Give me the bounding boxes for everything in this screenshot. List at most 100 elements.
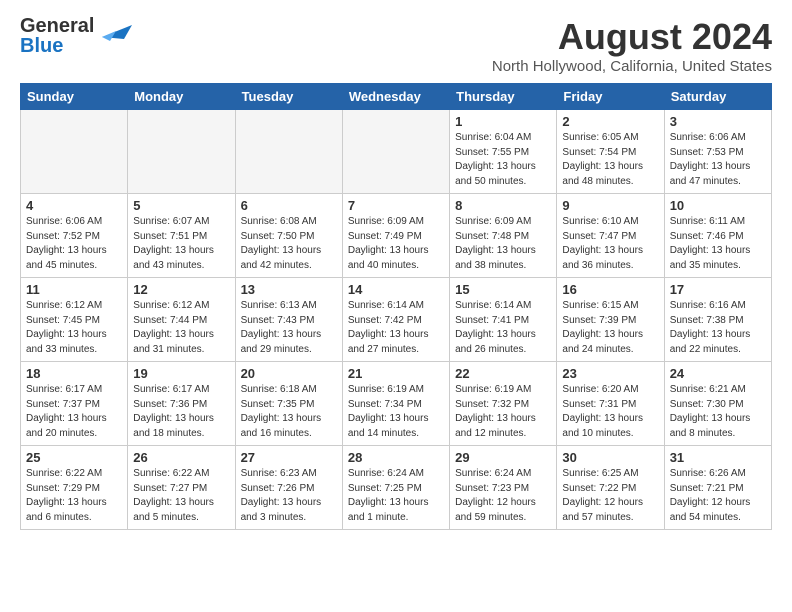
calendar-week-row: 18Sunrise: 6:17 AM Sunset: 7:37 PM Dayli… — [21, 362, 772, 446]
day-number: 16 — [562, 282, 658, 297]
day-info: Sunrise: 6:08 AM Sunset: 7:50 PM Dayligh… — [241, 215, 337, 273]
day-number: 24 — [670, 366, 766, 381]
calendar-cell: 18Sunrise: 6:17 AM Sunset: 7:37 PM Dayli… — [21, 362, 128, 446]
logo-icon — [96, 17, 132, 45]
day-info: Sunrise: 6:09 AM Sunset: 7:48 PM Dayligh… — [455, 215, 551, 273]
day-number: 13 — [241, 282, 337, 297]
calendar-header-row: SundayMondayTuesdayWednesdayThursdayFrid… — [21, 84, 772, 110]
calendar-cell: 2Sunrise: 6:05 AM Sunset: 7:54 PM Daylig… — [557, 110, 664, 194]
main-title: August 2024 — [492, 16, 772, 58]
calendar-cell: 20 Sunrise: 6:18 AM Sunset: 7:35 PM Dayli… — [235, 362, 342, 446]
day-info: Sunrise: 6:17 AM Sunset: 7:37 PM Dayligh… — [26, 383, 122, 441]
calendar-cell: 5Sunrise: 6:07 AM Sunset: 7:51 PM Daylig… — [128, 194, 235, 278]
day-info: Sunrise: 6:07 AM Sunset: 7:51 PM Dayligh… — [133, 215, 229, 273]
title-area: August 2024 North Hollywood, California,… — [492, 16, 772, 75]
day-info: Sunrise: 6:14 AM Sunset: 7:41 PM Dayligh… — [455, 299, 551, 357]
day-info: Sunrise: 6:06 AM Sunset: 7:53 PM Dayligh… — [670, 131, 766, 189]
calendar-cell: 28 Sunrise: 6:24 AM Sunset: 7:25 PM Dayli… — [342, 446, 449, 530]
calendar-cell: 29 Sunrise: 6:24 AM Sunset: 7:23 PM Dayli… — [450, 446, 557, 530]
day-info: Sunrise: 6:23 AM Sunset: 7:26 PM Dayligh… — [241, 467, 337, 525]
weekday-header: Monday — [128, 84, 235, 110]
day-info: Sunrise: 6:20 AM Sunset: 7:31 PM Dayligh… — [562, 383, 658, 441]
logo: General Blue — [20, 16, 132, 56]
subtitle: North Hollywood, California, United Stat… — [492, 58, 772, 75]
day-number: 3 — [670, 114, 766, 129]
day-number: 29 — [455, 450, 551, 465]
weekday-header: Friday — [557, 84, 664, 110]
calendar-cell: 27 Sunrise: 6:23 AM Sunset: 7:26 PM Dayli… — [235, 446, 342, 530]
day-number: 7 — [348, 198, 444, 213]
calendar-week-row: 1Sunrise: 6:04 AM Sunset: 7:55 PM Daylig… — [21, 110, 772, 194]
day-number: 8 — [455, 198, 551, 213]
calendar-cell — [235, 110, 342, 194]
day-info: Sunrise: 6:06 AM Sunset: 7:52 PM Dayligh… — [26, 215, 122, 273]
day-number: 10 — [670, 198, 766, 213]
day-number: 12 — [133, 282, 229, 297]
day-number: 4 — [26, 198, 122, 213]
calendar-week-row: 25Sunrise: 6:22 AM Sunset: 7:29 PM Dayli… — [21, 446, 772, 530]
day-info: Sunrise: 6:17 AM Sunset: 7:36 PM Dayligh… — [133, 383, 229, 441]
day-number: 17 — [670, 282, 766, 297]
day-number: 20 — [241, 366, 337, 381]
calendar-cell: 15 Sunrise: 6:14 AM Sunset: 7:41 PM Dayli… — [450, 278, 557, 362]
day-number: 19 — [133, 366, 229, 381]
day-info: Sunrise: 6:13 AM Sunset: 7:43 PM Dayligh… — [241, 299, 337, 357]
calendar-cell: 23Sunrise: 6:20 AM Sunset: 7:31 PM Dayli… — [557, 362, 664, 446]
calendar-cell: 10 Sunrise: 6:11 AM Sunset: 7:46 PM Dayli… — [664, 194, 771, 278]
calendar-week-row: 11 Sunrise: 6:12 AM Sunset: 7:45 PM Dayli… — [21, 278, 772, 362]
day-number: 27 — [241, 450, 337, 465]
day-number: 1 — [455, 114, 551, 129]
day-info: Sunrise: 6:19 AM Sunset: 7:32 PM Dayligh… — [455, 383, 551, 441]
day-info: Sunrise: 6:18 AM Sunset: 7:35 PM Dayligh… — [241, 383, 337, 441]
day-info: Sunrise: 6:15 AM Sunset: 7:39 PM Dayligh… — [562, 299, 658, 357]
day-info: Sunrise: 6:22 AM Sunset: 7:27 PM Dayligh… — [133, 467, 229, 525]
day-number: 6 — [241, 198, 337, 213]
day-info: Sunrise: 6:10 AM Sunset: 7:47 PM Dayligh… — [562, 215, 658, 273]
day-info: Sunrise: 6:24 AM Sunset: 7:23 PM Dayligh… — [455, 467, 551, 525]
day-info: Sunrise: 6:22 AM Sunset: 7:29 PM Dayligh… — [26, 467, 122, 525]
day-info: Sunrise: 6:21 AM Sunset: 7:30 PM Dayligh… — [670, 383, 766, 441]
calendar-cell: 26Sunrise: 6:22 AM Sunset: 7:27 PM Dayli… — [128, 446, 235, 530]
logo-blue: Blue — [20, 35, 63, 57]
logo-general: General — [20, 15, 94, 37]
calendar-cell — [342, 110, 449, 194]
page: General Blue August 2024 North Hollywood… — [0, 0, 792, 546]
calendar-cell: 22 Sunrise: 6:19 AM Sunset: 7:32 PM Dayli… — [450, 362, 557, 446]
day-info: Sunrise: 6:19 AM Sunset: 7:34 PM Dayligh… — [348, 383, 444, 441]
day-info: Sunrise: 6:11 AM Sunset: 7:46 PM Dayligh… — [670, 215, 766, 273]
day-number: 21 — [348, 366, 444, 381]
weekday-header: Tuesday — [235, 84, 342, 110]
day-info: Sunrise: 6:12 AM Sunset: 7:44 PM Dayligh… — [133, 299, 229, 357]
calendar-cell: 31 Sunrise: 6:26 AM Sunset: 7:21 PM Dayli… — [664, 446, 771, 530]
day-info: Sunrise: 6:12 AM Sunset: 7:45 PM Dayligh… — [26, 299, 122, 357]
day-number: 9 — [562, 198, 658, 213]
weekday-header: Wednesday — [342, 84, 449, 110]
day-number: 14 — [348, 282, 444, 297]
calendar-cell: 9 Sunrise: 6:10 AM Sunset: 7:47 PM Daylig… — [557, 194, 664, 278]
day-info: Sunrise: 6:26 AM Sunset: 7:21 PM Dayligh… — [670, 467, 766, 525]
calendar-cell: 14 Sunrise: 6:14 AM Sunset: 7:42 PM Dayli… — [342, 278, 449, 362]
calendar-cell — [128, 110, 235, 194]
calendar-cell: 21 Sunrise: 6:19 AM Sunset: 7:34 PM Dayli… — [342, 362, 449, 446]
calendar-cell: 11 Sunrise: 6:12 AM Sunset: 7:45 PM Dayli… — [21, 278, 128, 362]
day-info: Sunrise: 6:09 AM Sunset: 7:49 PM Dayligh… — [348, 215, 444, 273]
calendar: SundayMondayTuesdayWednesdayThursdayFrid… — [20, 83, 772, 530]
calendar-cell: 6 Sunrise: 6:08 AM Sunset: 7:50 PM Daylig… — [235, 194, 342, 278]
day-number: 31 — [670, 450, 766, 465]
weekday-header: Sunday — [21, 84, 128, 110]
calendar-cell: 25Sunrise: 6:22 AM Sunset: 7:29 PM Dayli… — [21, 446, 128, 530]
day-number: 22 — [455, 366, 551, 381]
calendar-cell: 13 Sunrise: 6:13 AM Sunset: 7:43 PM Dayli… — [235, 278, 342, 362]
calendar-week-row: 4 Sunrise: 6:06 AM Sunset: 7:52 PM Daylig… — [21, 194, 772, 278]
calendar-cell: 30Sunrise: 6:25 AM Sunset: 7:22 PM Dayli… — [557, 446, 664, 530]
day-info: Sunrise: 6:24 AM Sunset: 7:25 PM Dayligh… — [348, 467, 444, 525]
day-info: Sunrise: 6:14 AM Sunset: 7:42 PM Dayligh… — [348, 299, 444, 357]
calendar-cell: 24 Sunrise: 6:21 AM Sunset: 7:30 PM Dayli… — [664, 362, 771, 446]
day-number: 15 — [455, 282, 551, 297]
calendar-cell: 4 Sunrise: 6:06 AM Sunset: 7:52 PM Daylig… — [21, 194, 128, 278]
day-number: 28 — [348, 450, 444, 465]
day-number: 11 — [26, 282, 122, 297]
calendar-cell: 8 Sunrise: 6:09 AM Sunset: 7:48 PM Daylig… — [450, 194, 557, 278]
calendar-cell: 17Sunrise: 6:16 AM Sunset: 7:38 PM Dayli… — [664, 278, 771, 362]
day-info: Sunrise: 6:05 AM Sunset: 7:54 PM Dayligh… — [562, 131, 658, 189]
